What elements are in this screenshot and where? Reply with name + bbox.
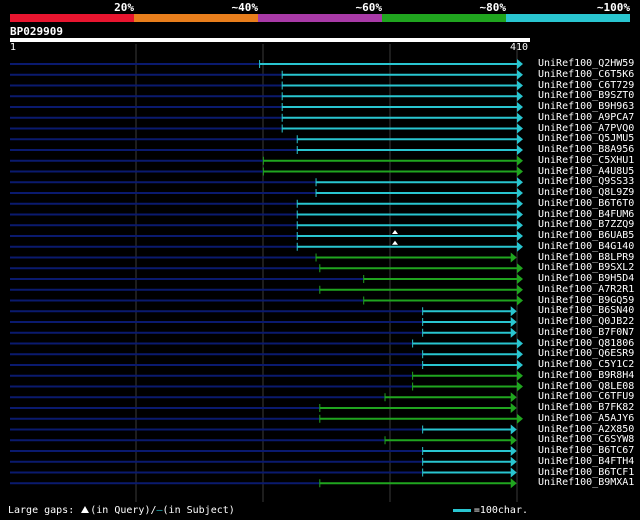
alignment-arrow-icon: [517, 284, 523, 295]
scale-text: =100char.: [473, 505, 528, 516]
hit-label[interactable]: UniRef100_B6T6T0: [538, 198, 634, 209]
hit-label[interactable]: UniRef100_Q81806: [538, 338, 634, 349]
large-gaps-prefix: Large gaps:: [8, 505, 75, 516]
gap-marker-icon: [392, 240, 398, 245]
alignment-arrow-icon: [510, 478, 517, 489]
alignment-arrow-icon: [510, 446, 517, 456]
alignment-arrow-icon: [517, 69, 523, 80]
hit-label[interactable]: UniRef100_Q5JMU5: [538, 134, 634, 144]
alignment-arrow-icon: [517, 220, 523, 231]
hit-label[interactable]: UniRef100_Q9SS33: [538, 177, 634, 187]
alignment-arrow-icon: [517, 91, 523, 102]
hit-label[interactable]: UniRef100_A4U8U5: [538, 166, 634, 177]
hit-label[interactable]: UniRef100_Q0JB22: [538, 317, 634, 327]
hit-label[interactable]: UniRef100_B6SN40: [538, 306, 634, 316]
hit-label[interactable]: UniRef100_C5XHU1: [538, 155, 634, 166]
hit-label[interactable]: UniRef100_Q2HW59: [538, 59, 634, 69]
hit-label[interactable]: UniRef100_B7ZZQ9: [538, 220, 634, 230]
hit-label[interactable]: UniRef100_B9H963: [538, 102, 634, 112]
alignment-arrow-icon: [517, 231, 523, 241]
alignment-arrow-icon: [517, 381, 523, 392]
alignment-arrow-icon: [517, 155, 523, 166]
alignment-arrow-icon: [517, 123, 523, 134]
alignment-arrow-icon: [517, 338, 523, 349]
hit-label[interactable]: UniRef100_B4FTH4: [538, 456, 634, 467]
hit-label[interactable]: UniRef100_B4G140: [538, 241, 634, 252]
hit-label[interactable]: UniRef100_Q6ESR9: [538, 349, 634, 359]
alignment-arrow-icon: [517, 370, 523, 381]
scale-legend: =100char.: [452, 505, 528, 516]
hit-label[interactable]: UniRef100_B8LPR9: [538, 252, 634, 263]
hit-label[interactable]: UniRef100_B9R8H4: [538, 370, 634, 381]
hit-label[interactable]: UniRef100_C6TFU9: [538, 392, 634, 402]
hit-label[interactable]: UniRef100_A5AJY6: [538, 413, 634, 424]
hit-label[interactable]: UniRef100_C6T5K6: [538, 69, 634, 80]
alignment-arrow-icon: [517, 188, 523, 198]
hit-label[interactable]: UniRef100_A7PVQ0: [538, 123, 634, 134]
large-gaps-legend: Large gaps: (in Query)/—(in Subject): [8, 505, 235, 516]
hit-label[interactable]: UniRef100_C6SYW8: [538, 435, 634, 445]
alignment-arrow-icon: [517, 134, 523, 145]
hit-label[interactable]: UniRef100_B6TC67: [538, 446, 634, 456]
alignment-arrow-icon: [517, 349, 523, 360]
alignment-arrow-icon: [510, 456, 517, 467]
hit-label[interactable]: UniRef100_B9SZT0: [538, 91, 634, 101]
gap-triangle-icon: [81, 506, 90, 513]
alignment-arrow-icon: [517, 80, 523, 91]
hit-label[interactable]: UniRef100_C6T729: [538, 80, 634, 91]
hit-label[interactable]: UniRef100_B7F0N7: [538, 327, 634, 338]
hit-label[interactable]: UniRef100_B9SXL2: [538, 263, 634, 273]
hit-label[interactable]: UniRef100_B9H5D4: [538, 274, 634, 284]
hit-label[interactable]: UniRef100_B9GQ59: [538, 295, 634, 306]
in-query-label: (in Query)/: [90, 505, 157, 516]
alignment-arrow-icon: [517, 166, 523, 177]
hit-label[interactable]: UniRef100_Q8LE08: [538, 381, 634, 392]
hit-label[interactable]: UniRef100_B7FK82: [538, 403, 634, 413]
alignment-arrow-icon: [517, 209, 523, 220]
hit-label[interactable]: UniRef100_B6TCF1: [538, 467, 634, 478]
hit-label[interactable]: UniRef100_B9MXA1: [538, 478, 634, 488]
alignment-arrow-icon: [517, 274, 523, 284]
hit-label[interactable]: UniRef100_A7R2R1: [538, 284, 634, 295]
alignment-arrow-icon: [517, 112, 523, 123]
alignment-arrow-icon: [510, 306, 517, 317]
alignment-arrow-icon: [510, 424, 517, 435]
alignment-arrow-icon: [517, 295, 523, 306]
alignment-arrow-icon: [510, 327, 517, 338]
alignment-arrow-icon: [517, 145, 523, 155]
alignment-arrow-icon: [510, 403, 517, 413]
alignment-arrow-icon: [517, 102, 523, 112]
hit-label[interactable]: UniRef100_B8A956: [538, 145, 634, 155]
alignment-arrow-icon: [517, 177, 523, 188]
alignment-arrow-icon: [517, 360, 523, 370]
gap-marker-icon: [392, 230, 398, 234]
alignment-arrow-icon: [510, 392, 517, 403]
alignment-arrow-icon: [517, 413, 523, 424]
hit-label[interactable]: UniRef100_C5Y1C2: [538, 360, 634, 370]
hit-label[interactable]: UniRef100_A9PCA7: [538, 112, 634, 123]
hit-label[interactable]: UniRef100_B6UAB5: [538, 231, 634, 241]
alignment-arrow-icon: [510, 467, 517, 478]
scale-sample-bar: [452, 509, 471, 512]
hit-label[interactable]: UniRef100_Q8L9Z9: [538, 188, 634, 198]
alignment-arrow-icon: [517, 263, 523, 274]
alignment-arrow-icon: [510, 435, 517, 446]
hit-label[interactable]: UniRef100_B4FUM6: [538, 209, 634, 220]
alignment-arrow-icon: [517, 198, 523, 209]
alignment-arrow-icon: [517, 59, 523, 69]
hit-label[interactable]: UniRef100_A2X850: [538, 424, 634, 435]
alignment-arrow-icon: [510, 252, 517, 263]
in-subject-label: (in Subject): [162, 505, 235, 516]
alignment-arrow-icon: [510, 317, 517, 327]
alignment-arrow-icon: [517, 241, 523, 252]
